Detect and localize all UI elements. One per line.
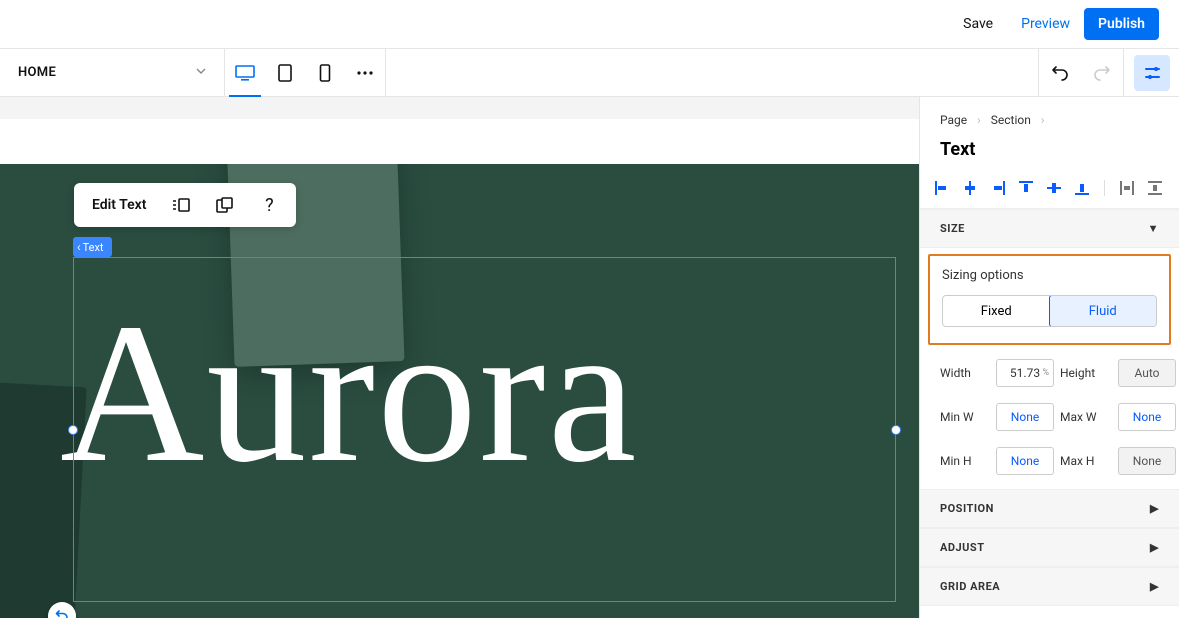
section-gridarea-header[interactable]: GRID AREA ▶ — [920, 567, 1179, 606]
selection-tag[interactable]: ‹ Text — [73, 237, 112, 257]
page-select[interactable]: HOME — [0, 49, 225, 96]
canvas-page-strip — [0, 119, 919, 164]
minw-input[interactable]: None — [996, 403, 1054, 431]
maxw-label: Max W — [1060, 410, 1112, 424]
align-right-icon[interactable] — [990, 180, 1006, 196]
inspector-panel: Page › Section › Text SIZE ▼ Sizing opti… — [919, 97, 1179, 618]
maxh-label: Max H — [1060, 454, 1112, 468]
breadcrumb-section[interactable]: Section — [991, 113, 1031, 127]
align-top-icon[interactable] — [1018, 180, 1034, 196]
toggle-inspector-button[interactable] — [1134, 55, 1170, 91]
caret-down-icon: ▼ — [1148, 222, 1159, 235]
device-mobile-button[interactable] — [305, 48, 345, 97]
page-select-label: HOME — [18, 65, 56, 80]
align-left-icon[interactable] — [934, 180, 950, 196]
align-bottom-icon[interactable] — [1074, 180, 1090, 196]
history-group — [1038, 49, 1123, 96]
align-center-h-icon[interactable] — [962, 180, 978, 196]
undo-button[interactable] — [1039, 48, 1081, 97]
publish-button[interactable]: Publish — [1084, 8, 1159, 40]
section-size-label: SIZE — [940, 222, 965, 235]
edit-text-button[interactable]: Edit Text — [82, 189, 156, 221]
section-position-header[interactable]: POSITION ▶ — [920, 489, 1179, 528]
heading-text[interactable]: Aurora — [60, 294, 879, 494]
canvas-section[interactable]: Aurora — [0, 164, 919, 618]
maxh-input[interactable]: None — [1118, 447, 1176, 475]
section-position-label: POSITION — [940, 502, 994, 515]
redo-button[interactable] — [1081, 48, 1123, 97]
duplicate-icon[interactable] — [206, 197, 244, 213]
device-group — [225, 49, 386, 96]
canvas[interactable]: Aurora Edit Text ? ‹ Text — [0, 97, 919, 618]
caret-right-icon: ▶ — [1150, 541, 1159, 554]
layout-icon[interactable] — [162, 198, 200, 212]
chevron-right-icon: › — [1041, 113, 1045, 127]
sizing-fluid-option[interactable]: Fluid — [1049, 295, 1158, 327]
stretch-h-icon[interactable] — [1119, 180, 1135, 196]
chevron-left-icon: ‹ — [77, 240, 81, 254]
caret-right-icon: ▶ — [1150, 502, 1159, 515]
sizing-fixed-option[interactable]: Fixed — [943, 296, 1050, 326]
chevron-down-icon — [196, 65, 206, 80]
preview-button[interactable]: Preview — [1007, 8, 1084, 40]
height-label: Height — [1060, 366, 1112, 380]
chevron-right-icon: › — [977, 113, 981, 127]
minh-input[interactable]: None — [996, 447, 1054, 475]
sizing-segmented: Fixed Fluid — [942, 295, 1157, 327]
dimension-grid: Width 51.73 % Height Auto Min W None Max… — [920, 355, 1179, 489]
device-desktop-button[interactable] — [225, 48, 265, 97]
toggle-panel — [1123, 49, 1179, 96]
top-actions: Save Preview Publish — [949, 0, 1179, 48]
breadcrumb: Page › Section › — [920, 97, 1179, 133]
divider — [1104, 180, 1105, 196]
width-input[interactable]: 51.73 % — [996, 359, 1054, 387]
sizing-options-label: Sizing options — [942, 268, 1157, 283]
width-label: Width — [940, 366, 990, 380]
height-input[interactable]: Auto — [1118, 359, 1176, 387]
alignment-row — [920, 174, 1179, 209]
align-center-v-icon[interactable] — [1046, 180, 1062, 196]
device-tablet-button[interactable] — [265, 48, 305, 97]
minw-label: Min W — [940, 410, 990, 424]
selection-tag-label: Text — [83, 241, 104, 254]
section-gridarea-label: GRID AREA — [940, 580, 1000, 593]
maxw-input[interactable]: None — [1118, 403, 1176, 431]
section-size-header[interactable]: SIZE ▼ — [920, 209, 1179, 248]
caret-right-icon: ▶ — [1150, 580, 1159, 593]
toolbar: HOME — [0, 48, 1179, 97]
sizing-options-highlight: Sizing options Fixed Fluid — [928, 254, 1171, 345]
toolbar-spacer — [386, 49, 1038, 96]
section-size-body: Sizing options Fixed Fluid Width 51.73 %… — [920, 254, 1179, 489]
save-button[interactable]: Save — [949, 8, 1007, 40]
section-adjust-label: ADJUST — [940, 541, 985, 554]
device-more-button[interactable] — [345, 48, 385, 97]
inspector-title: Text — [920, 133, 1179, 174]
minh-label: Min H — [940, 454, 990, 468]
floating-toolbar: Edit Text ? — [74, 183, 296, 227]
section-adjust-header[interactable]: ADJUST ▶ — [920, 528, 1179, 567]
help-icon[interactable]: ? — [250, 195, 288, 216]
stretch-v-icon[interactable] — [1147, 180, 1163, 196]
breadcrumb-page[interactable]: Page — [940, 113, 967, 127]
